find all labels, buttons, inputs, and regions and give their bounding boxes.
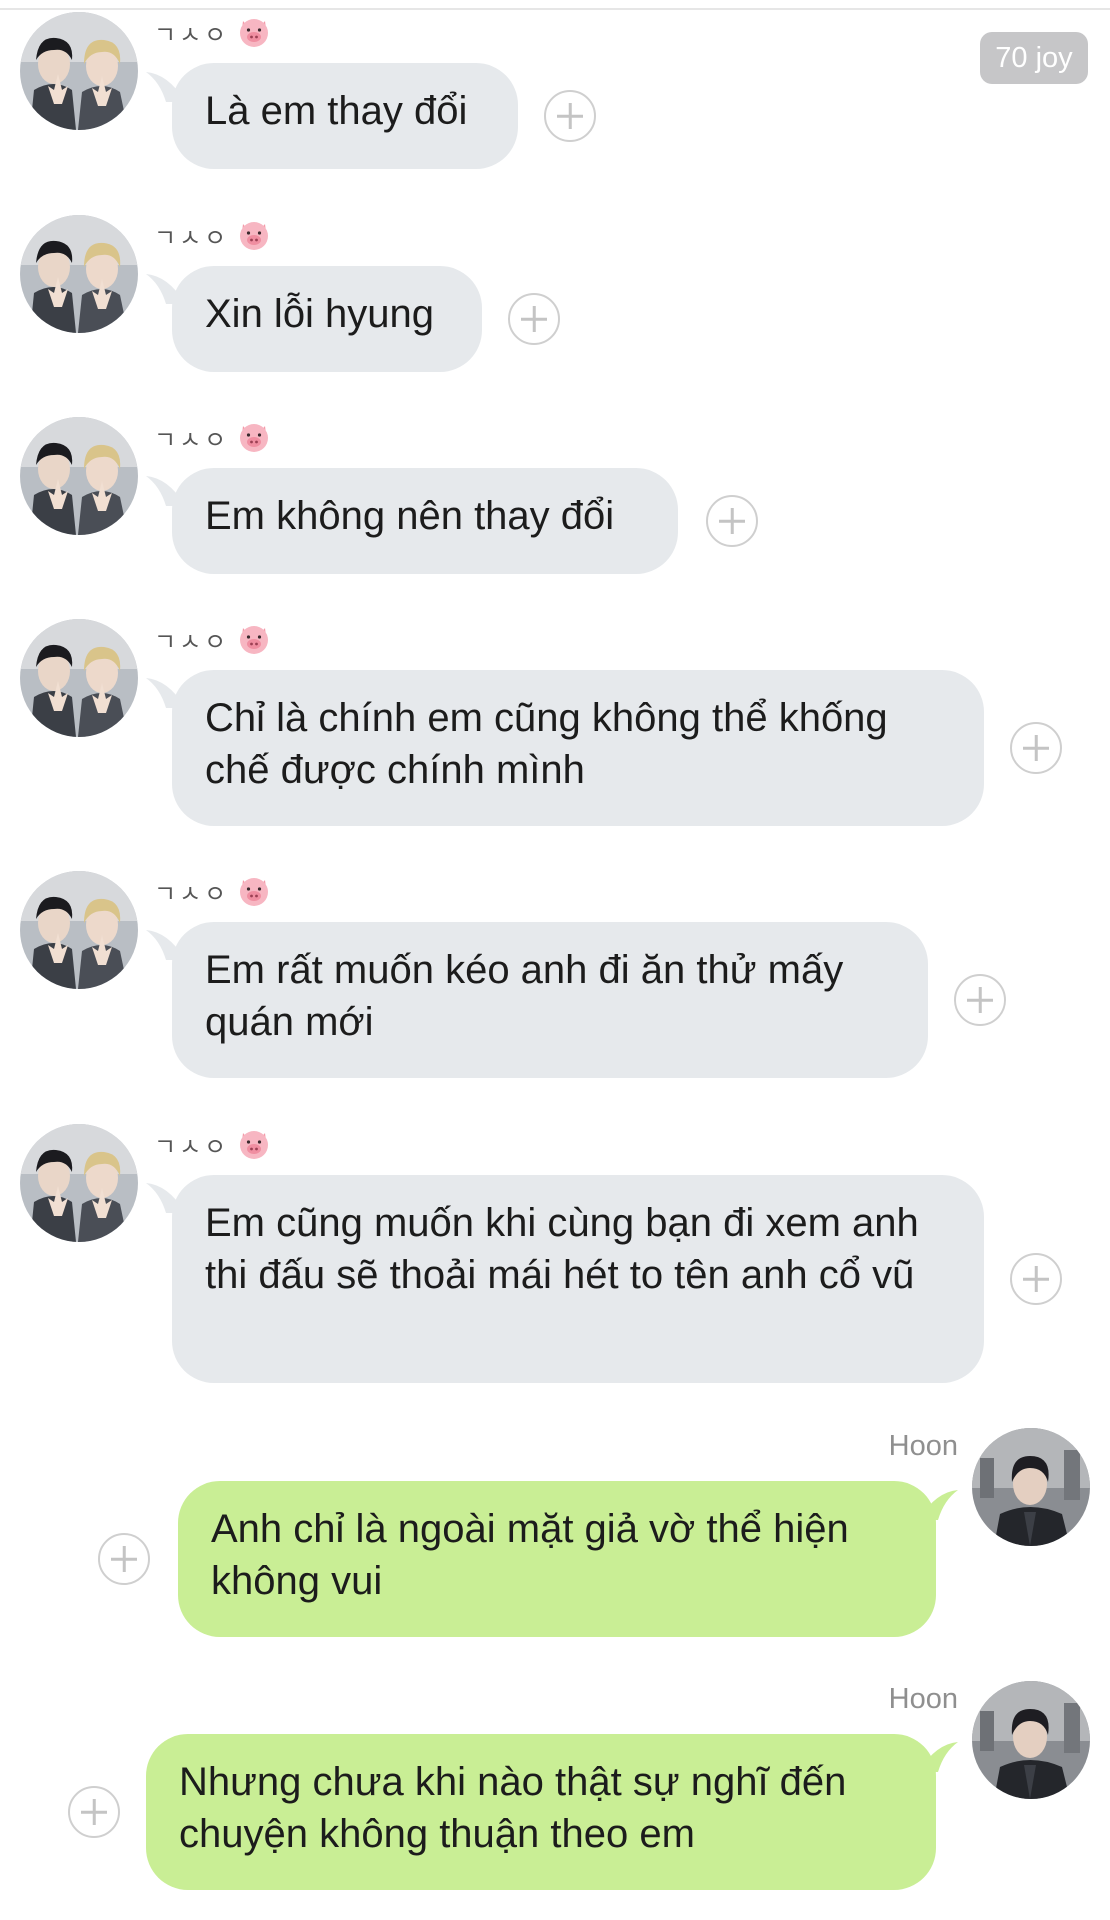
my-avatar[interactable] (972, 1681, 1090, 1799)
avatar-image (20, 215, 138, 333)
sender-label: ㄱㅅㅇ (154, 12, 271, 52)
avatar-image (20, 417, 138, 535)
message-bubble-incoming[interactable]: Em cũng muốn khi cùng bạn đi xem anh thi… (172, 1175, 984, 1383)
sender-name: ㄱㅅㅇ (154, 1132, 230, 1161)
pig-face-icon (237, 420, 271, 454)
message-bubble-incoming[interactable]: Chỉ là chính em cũng không thể khống chế… (172, 670, 984, 826)
sender-name-me: Hoon (888, 1430, 958, 1462)
message-bubble-incoming[interactable]: Xin lỗi hyung (172, 266, 482, 372)
sender-name: ㄱㅅㅇ (154, 425, 230, 454)
sender-label: ㄱㅅㅇ (154, 215, 271, 255)
avatar-image (20, 619, 138, 737)
message-bubble-incoming[interactable]: Em rất muốn kéo anh đi ăn thử mấy quán m… (172, 922, 928, 1078)
sender-name: ㄱㅅㅇ (154, 223, 230, 252)
pig-face-icon (237, 622, 271, 656)
sender-label: ㄱㅅㅇ (154, 619, 271, 659)
contact-avatar[interactable] (20, 12, 138, 130)
add-reaction-icon[interactable] (508, 293, 560, 345)
contact-avatar[interactable] (20, 417, 138, 535)
message-bubble-outgoing[interactable]: Nhưng chưa khi nào thật sự nghĩ đến chuy… (146, 1734, 936, 1890)
add-reaction-icon[interactable] (98, 1533, 150, 1585)
add-reaction-icon[interactable] (706, 495, 758, 547)
avatar-image (972, 1681, 1090, 1799)
sender-label: ㄱㅅㅇ (154, 1124, 271, 1164)
joy-badge[interactable]: 70 joy (980, 32, 1088, 84)
pig-face-icon (237, 1127, 271, 1161)
avatar-image (20, 1124, 138, 1242)
add-reaction-icon[interactable] (1010, 1253, 1062, 1305)
message-bubble-incoming[interactable]: Là em thay đổi (172, 63, 518, 169)
sender-name: ㄱㅅㅇ (154, 627, 230, 656)
top-divider (0, 8, 1110, 10)
add-reaction-icon[interactable] (1010, 722, 1062, 774)
add-reaction-icon[interactable] (544, 90, 596, 142)
sender-label: ㄱㅅㅇ (154, 417, 271, 457)
add-reaction-icon[interactable] (68, 1786, 120, 1838)
sender-name-me: Hoon (888, 1683, 958, 1715)
pig-face-icon (237, 218, 271, 252)
avatar-image (20, 871, 138, 989)
sender-name: ㄱㅅㅇ (154, 879, 230, 908)
pig-face-icon (237, 15, 271, 49)
contact-avatar[interactable] (20, 215, 138, 333)
pig-face-icon (237, 874, 271, 908)
sender-name: ㄱㅅㅇ (154, 20, 230, 49)
avatar-image (972, 1428, 1090, 1546)
contact-avatar[interactable] (20, 619, 138, 737)
sender-label: ㄱㅅㅇ (154, 871, 271, 911)
message-bubble-outgoing[interactable]: Anh chỉ là ngoài mặt giả vờ thể hiện khô… (178, 1481, 936, 1637)
my-avatar[interactable] (972, 1428, 1090, 1546)
message-bubble-incoming[interactable]: Em không nên thay đổi (172, 468, 678, 574)
contact-avatar[interactable] (20, 1124, 138, 1242)
contact-avatar[interactable] (20, 871, 138, 989)
avatar-image (20, 12, 138, 130)
add-reaction-icon[interactable] (954, 974, 1006, 1026)
